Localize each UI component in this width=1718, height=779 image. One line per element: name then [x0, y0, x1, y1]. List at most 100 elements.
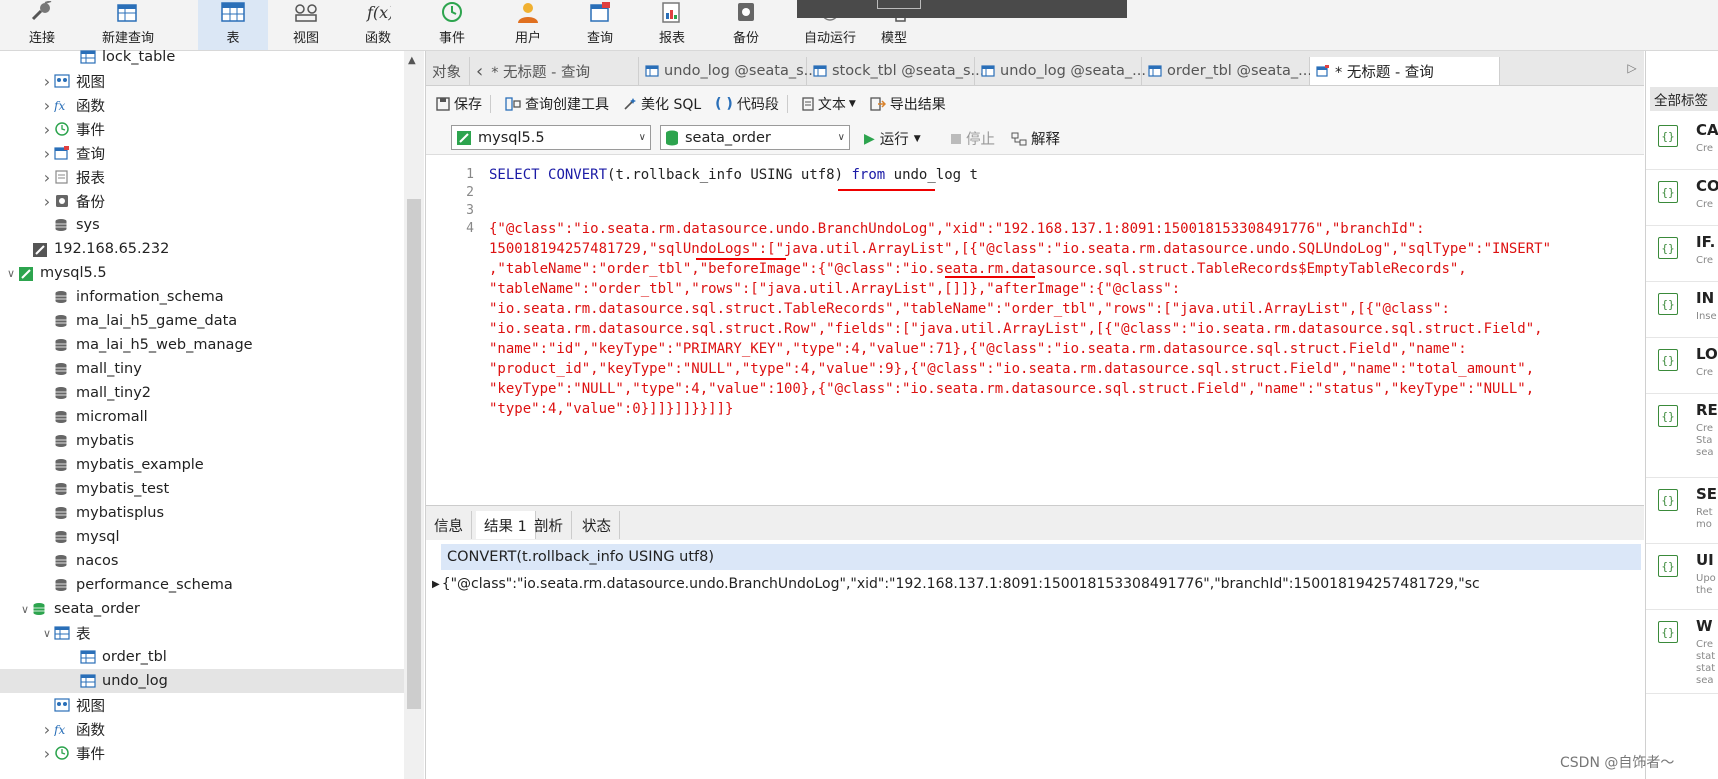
- tree-item[interactable]: mysql: [0, 525, 405, 549]
- chevron-down-icon[interactable]: ∨: [4, 267, 18, 280]
- toolbar-button-report[interactable]: 报表: [640, 0, 704, 50]
- tree-item[interactable]: › 事件: [0, 117, 405, 141]
- tree-item[interactable]: › 备份: [0, 189, 405, 213]
- query-builder-button[interactable]: 查询创建工具: [505, 94, 609, 114]
- scroll-up-arrow-icon[interactable]: ▲: [408, 55, 416, 66]
- sql-editor[interactable]: 1 2 3 4 SELECT CONVERT(t.rollback_info USIN…: [426, 155, 1644, 505]
- table-row[interactable]: ▶ {"@class":"io.seata.rm.datasource.undo…: [426, 572, 1644, 596]
- tree-item[interactable]: › 事件: [0, 741, 405, 765]
- result-tab[interactable]: 状态: [574, 511, 620, 539]
- beautify-sql-button[interactable]: 美化 SQL: [623, 94, 701, 114]
- toolbar-button-table[interactable]: 表: [198, 0, 268, 50]
- code-snippet-button[interactable]: ( ) 代码段: [715, 94, 779, 114]
- text-mode-button[interactable]: 文本 ▼: [802, 94, 856, 114]
- export-results-button[interactable]: 导出结果: [870, 94, 946, 114]
- database-icon: [54, 458, 70, 472]
- chevron-down-icon[interactable]: ∨: [40, 627, 54, 640]
- snippet-item[interactable]: {} W Cre stat stat sea: [1646, 609, 1718, 694]
- tree-item[interactable]: performance_schema: [0, 573, 405, 597]
- toolbar-button-view[interactable]: 视图: [274, 0, 338, 50]
- tree-item[interactable]: › 查询: [0, 141, 405, 165]
- snippet-item[interactable]: {} CA Cre: [1646, 113, 1718, 170]
- snippet-item[interactable]: {} IF. Cre: [1646, 225, 1718, 282]
- chevron-left-icon[interactable]: ‹: [476, 61, 483, 82]
- editor-tab[interactable]: * 无标题 - 查询: [1310, 57, 1500, 85]
- sidebar-scroll-thumb[interactable]: [407, 199, 421, 709]
- code-snippet-label: 代码段: [736, 97, 779, 113]
- chevron-right-icon[interactable]: ›: [40, 144, 54, 163]
- snippet-filter-all-tags[interactable]: 全部标签: [1650, 87, 1718, 111]
- save-button[interactable]: 保存: [436, 94, 482, 114]
- explain-button[interactable]: 解释: [1011, 128, 1060, 149]
- tree-item[interactable]: undo_log: [0, 669, 405, 693]
- tree-item[interactable]: mall_tiny2: [0, 381, 405, 405]
- tree-item[interactable]: information_schema: [0, 285, 405, 309]
- sidebar-scrollbar[interactable]: ▲: [404, 51, 424, 779]
- tree-item[interactable]: mall_tiny: [0, 357, 405, 381]
- result-tab[interactable]: 信息: [426, 511, 472, 539]
- snippet-title: LO: [1696, 345, 1718, 363]
- tree-item[interactable]: nacos: [0, 549, 405, 573]
- tree-item[interactable]: 192.168.65.232: [0, 237, 405, 261]
- toolbar-button-backup[interactable]: 备份: [714, 0, 778, 50]
- tree-item[interactable]: mybatisplus: [0, 501, 405, 525]
- tree-item-label: 备份: [76, 194, 105, 211]
- tree-item[interactable]: sys: [0, 213, 405, 237]
- tree-item[interactable]: › fx 函数: [0, 93, 405, 117]
- snippet-item[interactable]: {} SE Ret mo: [1646, 477, 1718, 544]
- chevron-right-icon[interactable]: ›: [40, 720, 54, 739]
- chevron-right-icon[interactable]: ›: [40, 72, 54, 91]
- chevron-down-icon[interactable]: ∨: [18, 603, 32, 616]
- chevron-right-icon[interactable]: ›: [40, 120, 54, 139]
- toolbar-button-new-query[interactable]: 新建查询: [88, 0, 168, 50]
- snippet-description: Cre: [1696, 143, 1714, 154]
- tree-item[interactable]: mybatis_test: [0, 477, 405, 501]
- snippet-item[interactable]: {} RE Cre Sta sea: [1646, 393, 1718, 478]
- stop-button[interactable]: 停止: [951, 128, 995, 149]
- connection-select[interactable]: mysql5.5 ∨: [451, 125, 651, 150]
- tree-item[interactable]: lock_table: [0, 45, 405, 69]
- toolbar-button-query[interactable]: 查询: [568, 0, 632, 50]
- database-select[interactable]: seata_order ∨: [660, 125, 850, 150]
- chevron-right-icon[interactable]: ›: [40, 168, 54, 187]
- snippet-item[interactable]: {} CO Cre: [1646, 169, 1718, 226]
- chevron-right-icon[interactable]: ›: [40, 96, 54, 115]
- tree-item[interactable]: 视图: [0, 693, 405, 717]
- snippet-item[interactable]: {} IN Inse: [1646, 281, 1718, 338]
- tree-item[interactable]: order_tbl: [0, 645, 405, 669]
- svg-text:f(x): f(x): [366, 3, 391, 22]
- tree-item-label: 表: [76, 626, 91, 643]
- tree-item[interactable]: micromall: [0, 405, 405, 429]
- tree-item[interactable]: › 视图: [0, 69, 405, 93]
- snippet-item[interactable]: {} LO Cre: [1646, 337, 1718, 394]
- tree-item[interactable]: ∨ mysql5.5: [0, 261, 405, 285]
- toolbar-button-function[interactable]: f(x) 函数: [346, 0, 410, 50]
- toolbar-button-user[interactable]: 用户: [496, 0, 560, 50]
- tree-item[interactable]: › 报表: [0, 165, 405, 189]
- chevron-right-icon[interactable]: ›: [40, 744, 54, 763]
- editor-tab[interactable]: stock_tbl @seata_s...: [807, 57, 984, 85]
- result-tab[interactable]: 剖析: [526, 511, 572, 539]
- editor-tab[interactable]: order_tbl @seata_...: [1142, 57, 1312, 85]
- grid-column-header[interactable]: CONVERT(t.rollback_info USING utf8): [441, 544, 1641, 570]
- editor-tab[interactable]: ‹ * 无标题 - 查询: [470, 57, 639, 85]
- tree-item[interactable]: ma_lai_h5_web_manage: [0, 333, 405, 357]
- chevron-right-icon[interactable]: ›: [40, 192, 54, 211]
- grid-cell[interactable]: {"@class":"io.seata.rm.datasource.undo.B…: [442, 576, 1480, 592]
- editor-tab[interactable]: undo_log @seata_s...: [639, 57, 817, 85]
- tree-item[interactable]: mybatis_example: [0, 453, 405, 477]
- tree-item[interactable]: ma_lai_h5_game_data: [0, 309, 405, 333]
- event-icon: [54, 746, 70, 760]
- tree-item[interactable]: › fx 函数: [0, 717, 405, 741]
- toolbar-button-connect[interactable]: 连接: [10, 0, 74, 50]
- editor-tab[interactable]: undo_log @seata_...: [975, 57, 1146, 85]
- run-button[interactable]: ▶ 运行 ▼: [864, 128, 921, 149]
- tree-item[interactable]: mybatis: [0, 429, 405, 453]
- tab-scroll-right-icon[interactable]: ▷: [1622, 56, 1642, 80]
- tree-item[interactable]: ∨ seata_order: [0, 597, 405, 621]
- tree-item[interactable]: ∨ 表: [0, 621, 405, 645]
- result-tabs: 信息 结果 1 剖析 状态: [426, 505, 1644, 541]
- editor-tab[interactable]: 对象: [426, 57, 470, 85]
- toolbar-button-event[interactable]: 事件: [420, 0, 484, 50]
- snippet-item[interactable]: {} UI Upo the: [1646, 543, 1718, 610]
